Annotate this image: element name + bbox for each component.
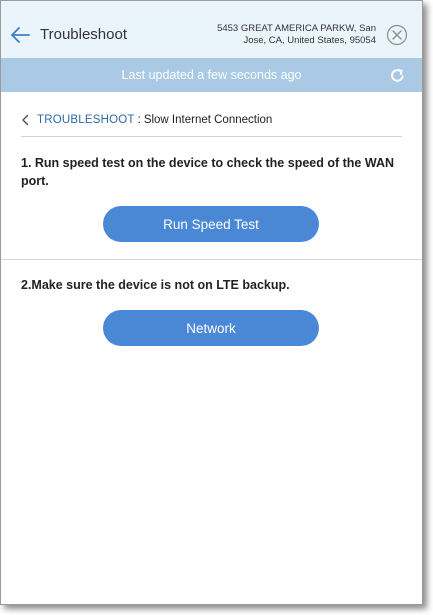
- step-1-instruction: 1. Run speed test on the device to check…: [21, 156, 394, 188]
- chevron-left-icon[interactable]: [21, 114, 30, 126]
- step-2-instruction: 2.Make sure the device is not on LTE bac…: [21, 278, 290, 292]
- troubleshoot-panel: Troubleshoot 5453 GREAT AMERICA PARKW, S…: [0, 0, 423, 605]
- breadcrumb-current: Slow Internet Connection: [143, 114, 273, 126]
- last-updated-bar: Last updated a few seconds ago: [1, 58, 422, 92]
- last-updated-text: Last updated a few seconds ago: [121, 68, 302, 82]
- breadcrumb-divider: [21, 136, 402, 137]
- breadcrumb: TROUBLESHOOT : Slow Internet Connection: [21, 112, 272, 128]
- run-speed-test-button[interactable]: Run Speed Test: [103, 206, 319, 242]
- breadcrumb-troubleshoot-link[interactable]: TROUBLESHOOT: [37, 114, 135, 126]
- breadcrumb-separator: :: [137, 114, 141, 126]
- network-button[interactable]: Network: [103, 310, 319, 346]
- section-divider: [1, 259, 422, 260]
- arrow-left-icon[interactable]: [9, 23, 31, 47]
- close-icon[interactable]: [386, 24, 408, 46]
- page-title: Troubleshoot: [40, 26, 127, 43]
- device-address: 5453 GREAT AMERICA PARKW, San Jose, CA, …: [217, 23, 376, 46]
- refresh-icon[interactable]: [389, 67, 406, 84]
- panel-header: Troubleshoot 5453 GREAT AMERICA PARKW, S…: [1, 1, 422, 58]
